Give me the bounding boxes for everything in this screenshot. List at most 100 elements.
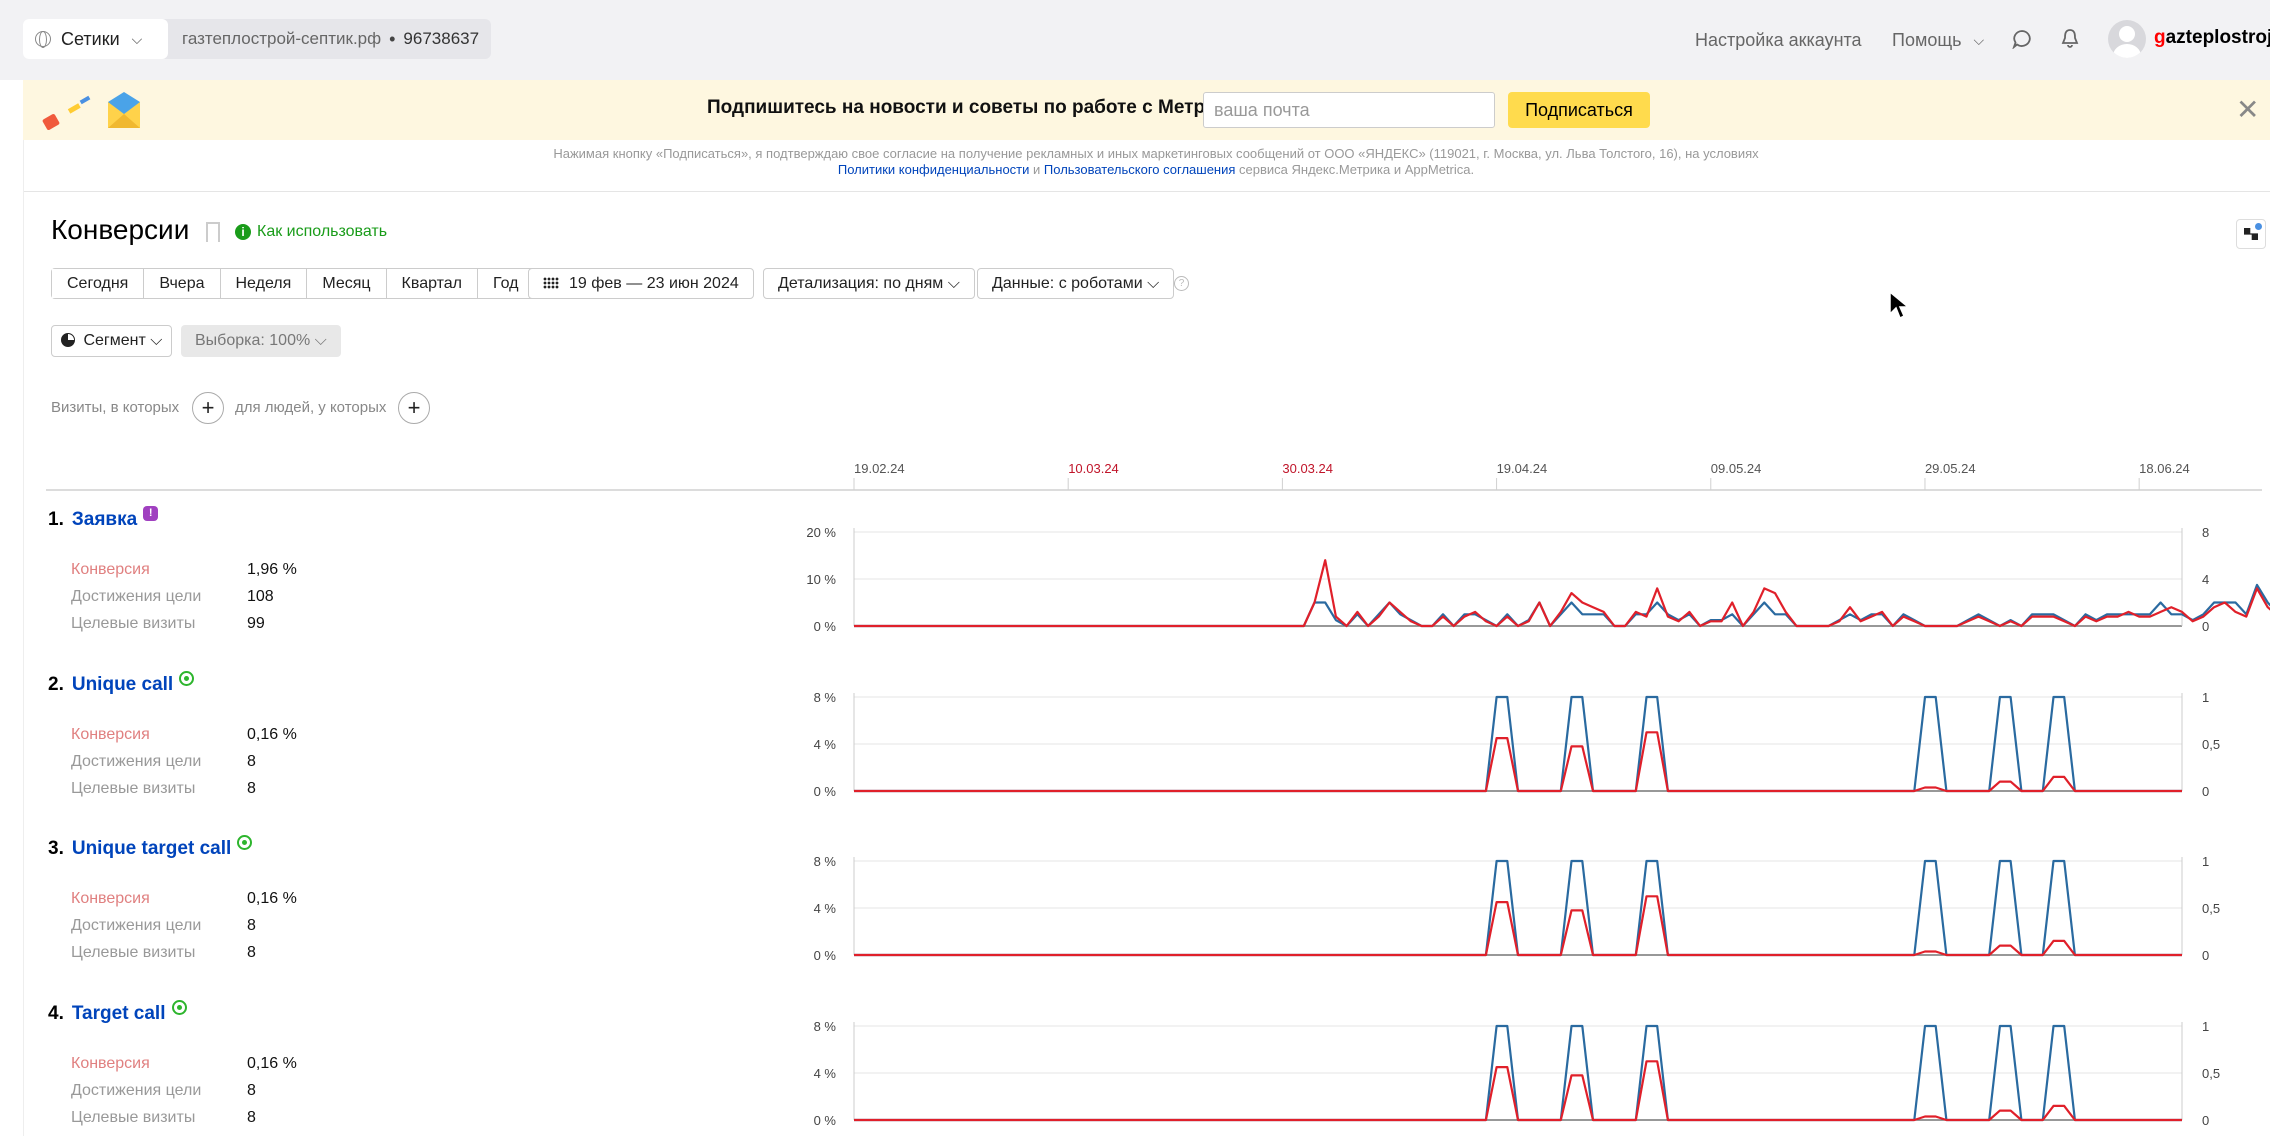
timeline-label: 19.02.24 bbox=[854, 461, 905, 476]
goal-chart: 8 % 1 4 % 0,5 0 % 0 bbox=[814, 854, 2220, 963]
data-mode-dropdown[interactable]: Данные: с роботами ⌵ bbox=[977, 268, 1175, 299]
counter-selector[interactable]: Сетики ⌵ газтеплострой-септик.рф • 96738… bbox=[23, 19, 491, 59]
left-tick-label: 0 % bbox=[814, 948, 837, 963]
right-tick-label: 0 bbox=[2202, 948, 2209, 963]
sample-label: Выборка: 100% bbox=[195, 332, 311, 349]
page-title: Конверсии bbox=[51, 214, 190, 245]
period-week[interactable]: Неделя bbox=[220, 269, 308, 298]
email-field[interactable] bbox=[1203, 92, 1495, 128]
timeline-axis: 19.02.24 10.03.24 30.03.24 19.04.24 09.05.24… bbox=[46, 461, 2262, 491]
goal-chart: 8 % 1 4 % 0,5 0 % 0 bbox=[814, 1019, 2220, 1128]
bell-icon[interactable] bbox=[2060, 28, 2080, 50]
subscribe-button[interactable]: Подписаться bbox=[1508, 92, 1650, 128]
user-login[interactable]: gazteplostroj-s bbox=[2154, 27, 2270, 49]
account-settings-link[interactable]: Настройка аккаунта bbox=[1695, 0, 1862, 80]
chevron-down-icon: ⌵ bbox=[947, 275, 960, 292]
chat-icon[interactable] bbox=[2012, 29, 2032, 49]
how-to-use-label: Как использовать bbox=[257, 223, 388, 240]
help-icon[interactable]: ? bbox=[1174, 276, 1189, 291]
data-mode-label: Данные: с роботами bbox=[992, 275, 1143, 292]
calendar-icon bbox=[543, 277, 559, 289]
add-visit-filter-button[interactable]: + bbox=[192, 392, 224, 424]
left-tick-label: 4 % bbox=[814, 901, 837, 916]
period-month[interactable]: Месяц bbox=[307, 269, 387, 298]
period-selector: Сегодня Вчера Неделя Месяц Квартал Год bbox=[51, 268, 535, 299]
period-today[interactable]: Сегодня bbox=[52, 269, 145, 298]
right-tick-label: 0 bbox=[2202, 1113, 2209, 1128]
right-tick-label: 1 bbox=[2202, 690, 2209, 705]
chevron-down-icon: ⌵ bbox=[1147, 275, 1160, 292]
how-to-use-link[interactable]: i Как использовать bbox=[235, 223, 387, 241]
legal-tail: сервиса Яндекс.Метрика и AppMetrica. bbox=[1235, 162, 1475, 177]
timeline-label: 30.03.24 bbox=[1282, 461, 1333, 476]
timeline-label: 10.03.24 bbox=[1068, 461, 1119, 476]
cursor-icon bbox=[1889, 290, 1910, 320]
pie-icon bbox=[61, 333, 75, 347]
right-tick-label: 0 bbox=[2202, 784, 2209, 799]
sample-dropdown[interactable]: Выборка: 100% ⌵ bbox=[181, 325, 341, 357]
chevron-down-icon: ⌵ bbox=[314, 332, 327, 349]
detail-label: Детализация: по дням bbox=[778, 275, 944, 292]
left-tick-label: 0 % bbox=[814, 619, 837, 634]
right-tick-label: 0,5 bbox=[2202, 1066, 2220, 1081]
globe-icon bbox=[35, 31, 51, 48]
right-tick-label: 1 bbox=[2202, 1019, 2209, 1034]
user-agreement-link[interactable]: Пользовательского соглашения bbox=[1044, 162, 1236, 177]
left-tick-label: 4 % bbox=[814, 737, 837, 752]
add-people-filter-button[interactable]: + bbox=[398, 392, 430, 424]
help-menu[interactable]: Помощь ⌵ bbox=[1892, 0, 1984, 80]
top-bar: Сетики ⌵ газтеплострой-септик.рф • 96738… bbox=[0, 0, 2270, 80]
legal-text: Нажимая кнопку «Подписаться», я подтверж… bbox=[553, 146, 1759, 161]
detail-dropdown[interactable]: Детализация: по дням ⌵ bbox=[763, 268, 975, 299]
divider bbox=[23, 191, 2270, 192]
privacy-policy-link[interactable]: Политики конфиденциальности bbox=[838, 162, 1030, 177]
period-yesterday[interactable]: Вчера bbox=[144, 269, 221, 298]
help-label: Помощь bbox=[1892, 29, 1962, 50]
divider bbox=[23, 140, 24, 1136]
legal-and: и bbox=[1029, 162, 1044, 177]
left-tick-label: 0 % bbox=[814, 784, 837, 799]
date-range-label: 19 фев — 23 июн 2024 bbox=[569, 275, 739, 292]
close-icon[interactable]: ✕ bbox=[2236, 96, 2259, 124]
banner-title: Подпишитесь на новости и советы по работ… bbox=[707, 97, 1250, 118]
counter-menu[interactable]: Сетики ⌵ bbox=[23, 19, 168, 59]
widgets-icon[interactable] bbox=[2236, 219, 2266, 249]
goal-chart: 20 % 8 10 % 4 0 % 0 bbox=[806, 525, 2270, 634]
filter-visits-label: Визиты, в которых bbox=[51, 399, 180, 416]
info-icon: i bbox=[235, 224, 251, 240]
bookmark-icon[interactable] bbox=[206, 222, 220, 242]
call-goal-icon bbox=[237, 835, 253, 850]
goal-chart: 8 % 1 4 % 0,5 0 % 0 bbox=[814, 690, 2220, 799]
chevron-down-icon: ⌵ bbox=[1973, 31, 1985, 48]
counter-id: 96738637 bbox=[403, 29, 480, 48]
left-tick-label: 8 % bbox=[814, 1019, 837, 1034]
timeline-label: 18.06.24 bbox=[2139, 461, 2190, 476]
timeline-label: 19.04.24 bbox=[1497, 461, 1548, 476]
user-avatar[interactable] bbox=[2108, 20, 2146, 58]
left-tick-label: 8 % bbox=[814, 690, 837, 705]
separator-dot: • bbox=[389, 28, 396, 49]
segment-label: Сегмент bbox=[83, 332, 146, 349]
right-tick-label: 4 bbox=[2202, 572, 2209, 587]
counter-menu-label: Сетики bbox=[61, 28, 120, 49]
segment-button[interactable]: Сегмент ⌵ bbox=[51, 325, 173, 357]
call-goal-icon bbox=[179, 671, 195, 686]
timeline-label: 29.05.24 bbox=[1925, 461, 1976, 476]
call-goal-icon bbox=[171, 1000, 187, 1015]
right-tick-label: 1 bbox=[2202, 854, 2209, 869]
timeline-label: 09.05.24 bbox=[1711, 461, 1762, 476]
period-quarter[interactable]: Квартал bbox=[386, 269, 479, 298]
right-tick-label: 0,5 bbox=[2202, 737, 2220, 752]
period-year[interactable]: Год bbox=[478, 269, 534, 298]
form-goal-icon bbox=[143, 506, 159, 521]
date-range-picker[interactable]: 19 фев — 23 июн 2024 bbox=[528, 268, 754, 299]
subscribe-banner: Подпишитесь на новости и советы по работ… bbox=[23, 80, 2270, 140]
left-tick-label: 8 % bbox=[814, 854, 837, 869]
right-tick-label: 0 bbox=[2202, 619, 2209, 634]
right-tick-label: 0,5 bbox=[2202, 901, 2220, 916]
left-tick-label: 4 % bbox=[814, 1066, 837, 1081]
filter-people-label: для людей, у которых bbox=[235, 399, 387, 416]
left-tick-label: 0 % bbox=[814, 1113, 837, 1128]
chevron-down-icon: ⌵ bbox=[131, 30, 143, 47]
left-tick-label: 10 % bbox=[806, 572, 836, 587]
